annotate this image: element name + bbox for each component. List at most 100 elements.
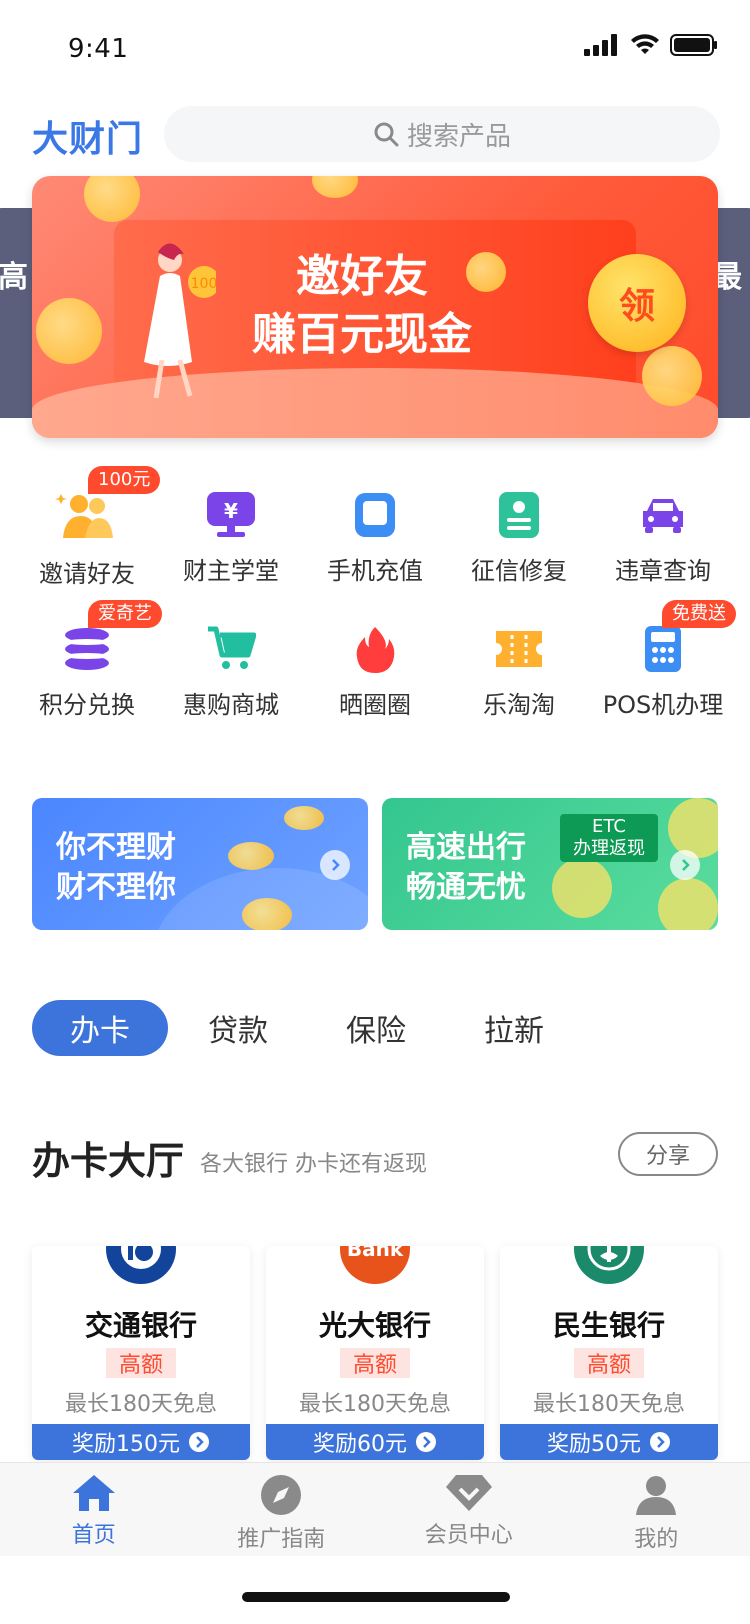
flame-icon: [356, 626, 395, 673]
bank-card[interactable]: 交通银行 高额 最长180天免息 奖励150元: [32, 1246, 250, 1460]
friends-icon: [55, 494, 113, 538]
tab-referral[interactable]: 拉新: [446, 1000, 582, 1056]
tabbar-label: 推广指南: [237, 1527, 326, 1552]
coin-icon: [84, 176, 140, 222]
chevron-right-icon: [650, 1432, 670, 1452]
category-tabs: 办卡 贷款 保险 拉新: [32, 1000, 584, 1060]
bank-reward[interactable]: 奖励50元: [500, 1424, 718, 1460]
signal-icon: [584, 34, 617, 56]
section-subtitle: 各大银行 办卡还有返现: [200, 1152, 427, 1177]
feature-row-2: 爱奇艺 积分兑换 惠购商城 晒圈圈 乐淘淘 免费送 POS机办理: [0, 600, 750, 720]
promo-decoration: [658, 878, 718, 930]
tabbar-label: 会员中心: [424, 1523, 513, 1548]
bank-card[interactable]: Bank 光大银行 高额 最长180天免息 奖励60元: [266, 1246, 484, 1460]
promo-line1: 高速出行: [406, 830, 526, 865]
promo-decoration: [552, 858, 612, 918]
coin-icon: [284, 806, 324, 830]
bank-name: 交通银行: [84, 1309, 197, 1342]
coin-icon: [36, 298, 102, 364]
woman-figure-icon: 100: [144, 243, 216, 399]
promo-decoration: [668, 798, 718, 858]
diamond-icon: [445, 1475, 492, 1511]
phone-icon: [355, 492, 395, 537]
bank-highlight: 高额: [106, 1348, 176, 1378]
bank-card-list: 交通银行 高额 最长180天免息 奖励150元 Bank 光大银行 高额 最长1…: [32, 1214, 718, 1464]
feature-phone-recharge[interactable]: 手机充值: [304, 476, 446, 586]
chevron-right-icon: [670, 850, 700, 880]
feature-label: 违章查询: [615, 557, 711, 585]
banner-peek-left-text: 高: [0, 260, 28, 295]
coin-icon: [242, 898, 292, 930]
ticket-icon: [496, 630, 542, 667]
section-title: 办卡大厅: [32, 1139, 185, 1183]
share-button[interactable]: 分享: [618, 1132, 718, 1176]
feature-label: 积分兑换: [39, 691, 135, 719]
feature-label: POS机办理: [602, 691, 724, 719]
home-indicator[interactable]: [242, 1592, 510, 1602]
yen-monitor-icon: ¥: [207, 491, 255, 537]
bottom-tab-bar: 首页 推广指南 会员中心 我的: [0, 1462, 750, 1556]
search-placeholder: 搜索产品: [406, 121, 511, 152]
feature-points-exchange[interactable]: 爱奇艺 积分兑换: [16, 600, 162, 720]
tabbar-member[interactable]: 会员中心: [375, 1463, 563, 1556]
chevron-right-icon: [320, 850, 350, 880]
tab-card[interactable]: 办卡: [32, 1000, 168, 1056]
badge-free: 免费送: [662, 600, 736, 628]
card-hall-header: 办卡大厅 各大银行 办卡还有返现 分享: [32, 1130, 718, 1190]
feature-finance-school[interactable]: ¥ 财主学堂: [160, 476, 302, 586]
tabbar-guide[interactable]: 推广指南: [188, 1463, 376, 1556]
banner-carousel[interactable]: 高 最 100 邀好友 赚百元现金 领: [0, 176, 750, 446]
feature-traffic-violation[interactable]: 违章查询: [592, 476, 734, 586]
chevron-right-icon: [416, 1432, 436, 1452]
brand-logo: 大财门: [32, 119, 144, 160]
feature-label: 征信修复: [471, 557, 567, 585]
feature-label: 手机充值: [327, 557, 423, 585]
feature-mall[interactable]: 惠购商城: [160, 610, 302, 720]
bank-reward[interactable]: 奖励60元: [266, 1424, 484, 1460]
bank-card[interactable]: 民生银行 高额 最长180天免息 奖励50元: [500, 1246, 718, 1460]
tabbar-mine[interactable]: 我的: [563, 1463, 750, 1556]
user-icon: [636, 1476, 677, 1515]
etc-tag-line1: ETC: [592, 816, 626, 837]
search-icon: [374, 122, 399, 147]
promo-line2: 财不理你: [56, 870, 176, 905]
feature-le-tao[interactable]: 乐淘淘: [448, 610, 590, 720]
cart-icon: [208, 626, 256, 669]
badge-100: 100元: [88, 466, 161, 494]
reward-label: 奖励60元: [313, 1432, 407, 1457]
feature-invite-friends[interactable]: 100元 邀请好友: [16, 466, 161, 588]
bank-free-period: 最长180天免息: [65, 1392, 217, 1417]
invite-friends-banner[interactable]: 100 邀好友 赚百元现金 领: [32, 176, 718, 438]
badge-iqiyi: 爱奇艺: [88, 600, 162, 628]
bank-reward[interactable]: 奖励150元: [32, 1424, 250, 1460]
feature-pos-apply[interactable]: 免费送 POS机办理: [592, 600, 736, 720]
coin-icon: [228, 842, 274, 870]
car-icon: [643, 498, 683, 533]
bank-highlight: 高额: [574, 1348, 644, 1378]
promo-etc-card[interactable]: 高速出行 畅通无忧 ETC 办理返现: [382, 798, 718, 930]
home-icon: [72, 1475, 115, 1511]
promo-text: 高速出行 畅通无忧: [406, 828, 526, 908]
reward-label: 奖励50元: [547, 1432, 641, 1457]
bank-free-period: 最长180天免息: [533, 1392, 685, 1417]
feature-moments[interactable]: 晒圈圈: [304, 610, 446, 720]
status-icons: [584, 34, 718, 56]
tab-insurance[interactable]: 保险: [308, 1000, 444, 1056]
credit-card-icon: [499, 491, 539, 538]
feature-credit-repair[interactable]: 征信修复: [448, 476, 590, 586]
coin-icon: [312, 176, 358, 198]
feature-label: 惠购商城: [183, 691, 279, 719]
wifi-icon: [631, 34, 659, 54]
banner-title: 邀好友 赚百元现金: [212, 248, 512, 364]
promo-text: 你不理财 财不理你: [56, 828, 176, 908]
tabbar-home[interactable]: 首页: [0, 1463, 188, 1556]
promo-finance-card[interactable]: 你不理财 财不理你: [32, 798, 368, 930]
banner-title-line2: 赚百元现金: [252, 309, 472, 360]
search-input[interactable]: 搜索产品: [164, 106, 720, 162]
reward-label: 奖励150元: [72, 1432, 180, 1457]
feature-label: 晒圈圈: [339, 691, 411, 719]
tab-loan[interactable]: 贷款: [170, 1000, 306, 1056]
claim-button[interactable]: 领: [588, 254, 686, 352]
tabbar-label: 首页: [71, 1523, 116, 1548]
bank-free-period: 最长180天免息: [299, 1392, 451, 1417]
